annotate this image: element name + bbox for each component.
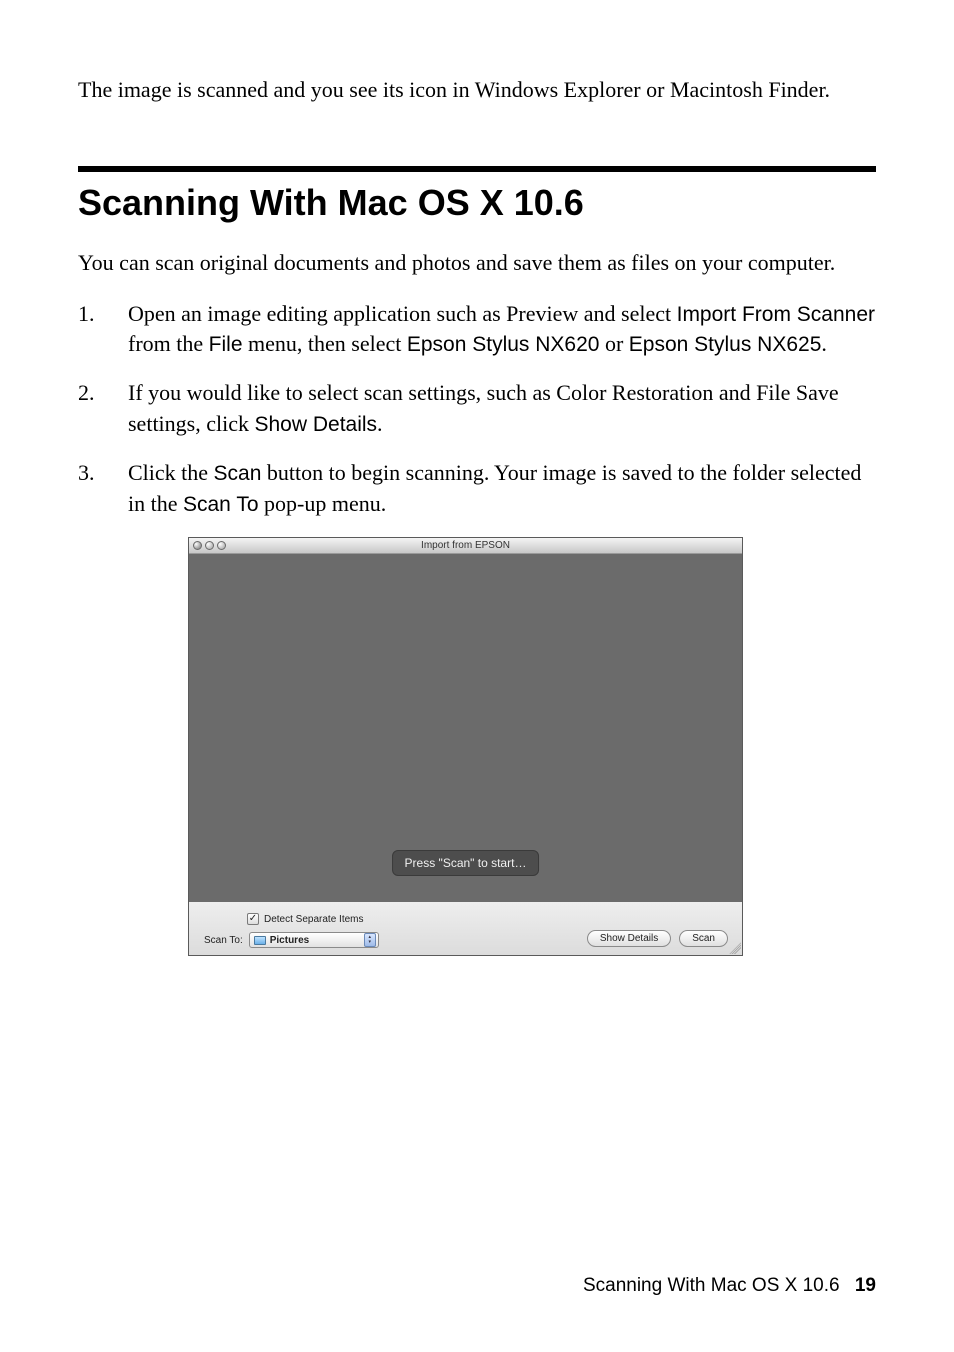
detect-separate-items-checkbox[interactable]: ✓ xyxy=(247,913,259,925)
step-1: Open an image editing application such a… xyxy=(78,299,876,361)
scan-to-label: Scan To: xyxy=(204,935,243,946)
titlebar[interactable]: Import from EPSON xyxy=(189,538,742,554)
minimize-icon[interactable] xyxy=(205,541,214,550)
step-3: Click the Scan button to begin scanning.… xyxy=(78,458,876,520)
ui-term: Epson Stylus NX625 xyxy=(629,333,822,356)
text: Click the xyxy=(128,460,214,485)
detect-separate-items-label: Detect Separate Items xyxy=(264,914,364,925)
section-heading: Scanning With Mac OS X 10.6 xyxy=(78,182,876,224)
window-title: Import from EPSON xyxy=(189,540,742,551)
show-details-button[interactable]: Show Details xyxy=(587,930,671,947)
action-buttons: Show Details Scan xyxy=(587,930,728,947)
text: If you would like to select scan setting… xyxy=(128,380,839,436)
intro-paragraph: The image is scanned and you see its ico… xyxy=(78,75,876,106)
text: menu, then select xyxy=(243,331,407,356)
scan-to-popup[interactable]: Pictures ▴▾ xyxy=(249,932,379,948)
ui-term: Show Details xyxy=(254,413,377,436)
close-icon[interactable] xyxy=(193,541,202,550)
import-window: Import from EPSON Press "Scan" to start…… xyxy=(188,537,743,956)
page-footer: Scanning With Mac OS X 10.6 19 xyxy=(583,1275,876,1297)
detect-separate-items-row: ✓ Detect Separate Items xyxy=(247,913,364,925)
scan-hint: Press "Scan" to start… xyxy=(392,850,540,876)
page-number: 19 xyxy=(855,1275,876,1296)
ui-term: Epson Stylus NX620 xyxy=(407,333,600,356)
scan-button[interactable]: Scan xyxy=(679,930,728,947)
ui-term: Import From Scanner xyxy=(677,303,875,326)
step-2: If you would like to select scan setting… xyxy=(78,378,876,440)
text: . xyxy=(377,411,383,436)
popup-arrows-icon: ▴▾ xyxy=(364,933,376,947)
ui-term: Scan To xyxy=(183,493,259,516)
bottom-bar: ✓ Detect Separate Items Scan To: Picture… xyxy=(189,902,742,955)
text: from the xyxy=(128,331,209,356)
folder-icon xyxy=(254,936,266,945)
section-intro: You can scan original documents and phot… xyxy=(78,248,876,279)
resize-grip-icon[interactable] xyxy=(729,942,741,954)
footer-text: Scanning With Mac OS X 10.6 xyxy=(583,1275,840,1296)
text: pop-up menu. xyxy=(259,491,387,516)
scan-preview-area: Press "Scan" to start… xyxy=(189,554,742,902)
scan-to-row: Scan To: Pictures ▴▾ xyxy=(204,932,379,948)
scan-to-value: Pictures xyxy=(270,935,360,946)
text: . xyxy=(821,331,827,356)
steps-list: Open an image editing application such a… xyxy=(78,299,876,520)
text: or xyxy=(599,331,628,356)
traffic-lights xyxy=(193,541,226,550)
ui-term: Scan xyxy=(214,462,262,485)
zoom-icon[interactable] xyxy=(217,541,226,550)
text: Open an image editing application such a… xyxy=(128,301,677,326)
section-rule xyxy=(78,166,876,172)
ui-term: File xyxy=(209,333,243,356)
